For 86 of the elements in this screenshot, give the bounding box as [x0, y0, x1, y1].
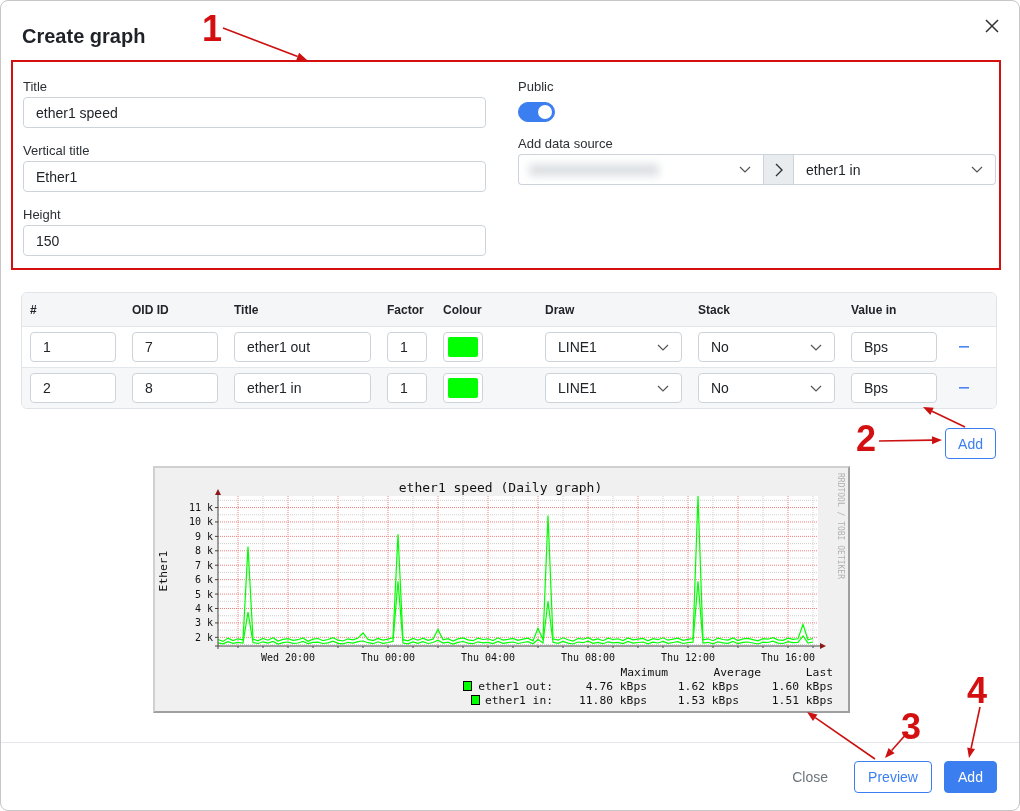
factor-field[interactable]: 1: [387, 373, 427, 403]
legend-header: Average: [713, 666, 761, 679]
axis-label: Wed 20:00: [260, 652, 316, 663]
annotation-number: 3: [901, 709, 922, 745]
annotation-arrow: [878, 436, 942, 445]
legend-header: Maximum: [620, 666, 668, 679]
unit-field[interactable]: Bps: [851, 373, 937, 403]
legend-value: 1.60 kBps: [771, 680, 833, 693]
legend-value: 1.62 kBps: [677, 680, 739, 693]
draw-select[interactable]: LINE1: [545, 373, 682, 403]
oid-field[interactable]: 7: [132, 332, 218, 362]
axis-label: 4 k: [194, 603, 213, 614]
annotation-arrow: [923, 407, 966, 428]
factor-field[interactable]: 1: [387, 332, 427, 362]
column-header: Title: [234, 302, 260, 317]
text-field[interactable]: ether1 speed: [23, 97, 486, 128]
legend-value: 4.76 kBps: [585, 680, 647, 693]
stack-select[interactable]: No: [698, 332, 835, 362]
minus-icon: [959, 346, 969, 348]
minus-icon: [959, 387, 969, 389]
axis-label: 11 k: [188, 502, 213, 514]
axis-label: 5 k: [194, 588, 213, 600]
column-header: Value in: [851, 302, 898, 317]
axis-label: 2 k: [194, 631, 213, 643]
axis-label: Thu 00:00: [360, 652, 416, 663]
field-label: Vertical title: [23, 143, 91, 159]
legend-value: 1.51 kBps: [771, 694, 833, 707]
public-toggle[interactable]: [518, 102, 555, 122]
column-header: #: [30, 302, 38, 317]
dialog-title: Create graph: [22, 24, 146, 48]
close-button[interactable]: [985, 18, 999, 33]
axis-label: Thu 08:00: [560, 652, 616, 663]
text-field[interactable]: 150: [23, 225, 486, 256]
column-header: OID ID: [132, 302, 170, 317]
annotation-number: 2: [856, 421, 877, 457]
chevron-down-icon: [657, 384, 669, 392]
index-field[interactable]: 2: [30, 373, 116, 403]
draw-select[interactable]: LINE1: [545, 332, 682, 362]
legend-header: Last: [805, 666, 833, 679]
annotation-number: 4: [967, 673, 988, 709]
oid-field[interactable]: 8: [132, 373, 218, 403]
column-header: Stack: [698, 302, 732, 317]
title-field[interactable]: ether1 in: [234, 373, 371, 403]
close-button[interactable]: Close: [778, 760, 842, 793]
credit-text: RRDTOOL / TOBI OETIKER: [836, 473, 845, 579]
field-label: Public: [518, 79, 555, 95]
column-header: Draw: [545, 302, 576, 317]
chevron-right-icon: [774, 162, 783, 177]
axis-label: 10 k: [188, 516, 213, 528]
stack-select[interactable]: No: [698, 373, 835, 403]
column-header: Colour: [443, 302, 483, 317]
field-label: Add data source: [518, 136, 614, 152]
field-label: Title: [23, 79, 49, 95]
field-label: Height: [23, 207, 62, 223]
axis-label: 6 k: [194, 574, 213, 586]
annotation-number: 1: [202, 11, 223, 47]
chevron-down-icon: [810, 384, 822, 392]
column-header: Factor: [387, 302, 425, 317]
chevron-down-icon: [971, 166, 983, 173]
axis-label: 3 k: [194, 617, 213, 629]
annotation-arrow: [807, 712, 876, 760]
axis-label: 7 k: [194, 559, 213, 571]
close-icon: [985, 18, 999, 33]
index-field[interactable]: 1: [30, 332, 116, 362]
add-button[interactable]: Add: [944, 760, 997, 793]
preview-button[interactable]: Preview: [854, 760, 932, 793]
axis-label: 9 k: [194, 530, 213, 542]
axis-label: Thu 12:00: [660, 652, 716, 663]
axis-label: Thu 04:00: [460, 652, 516, 663]
chart-title: ether1 speed (Daily graph): [398, 479, 603, 495]
item-select[interactable]: ether1 in: [794, 154, 996, 185]
annotation-arrow: [967, 706, 981, 758]
legend-value: 1.53 kBps: [677, 694, 739, 707]
legend-value: 11.80 kBps: [579, 694, 647, 707]
axis-title: Ether1: [157, 550, 170, 592]
add-row-button[interactable]: Add: [945, 428, 996, 459]
chevron-down-icon: [810, 343, 822, 351]
axis-label: 8 k: [194, 545, 213, 557]
chevron-down-icon: [739, 166, 751, 173]
legend-label: ether1 out:: [478, 680, 553, 693]
chevron-down-icon: [657, 343, 669, 351]
title-field[interactable]: ether1 out: [234, 332, 371, 362]
legend-label: ether1 in:: [485, 694, 553, 707]
unit-field[interactable]: Bps: [851, 332, 937, 362]
axis-label: Thu 16:00: [760, 652, 816, 663]
text-field[interactable]: Ether1: [23, 161, 486, 192]
